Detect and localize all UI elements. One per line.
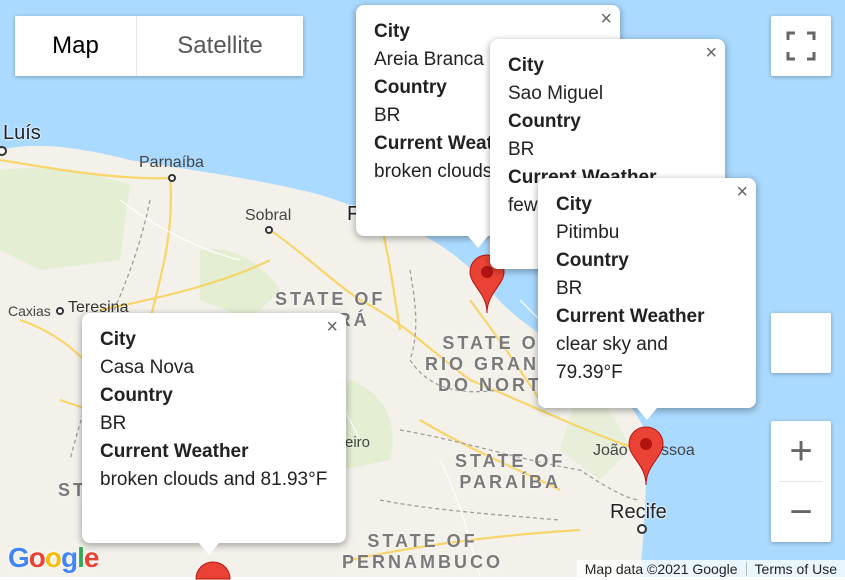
place-label-state-pernambuco: STATE OF PERNAMBUCO: [342, 531, 504, 572]
city-dot: [168, 174, 176, 182]
place-label-parnaiba: Parnaíba: [139, 154, 204, 171]
map-type-map-button[interactable]: Map: [15, 16, 137, 76]
logo-letter: l: [77, 542, 85, 573]
map-marker-pitimbu[interactable]: [628, 425, 664, 487]
fullscreen-icon: [786, 31, 816, 61]
weather-value: broken clouds and 81.93°F: [100, 469, 328, 490]
city-label: City: [556, 194, 592, 215]
map-type-control: Map Satellite: [15, 16, 303, 76]
city-value: Pitimbu: [556, 222, 620, 243]
city-label: City: [100, 329, 136, 350]
weather-label: Current Weather: [556, 306, 705, 327]
place-label-luis: Luís: [3, 122, 41, 144]
close-icon[interactable]: ×: [600, 9, 612, 29]
place-label-partial: eiro: [345, 434, 371, 451]
map-type-satellite-button[interactable]: Satellite: [137, 16, 303, 76]
zoom-out-button[interactable]: −: [771, 482, 831, 542]
place-label-sobral: Sobral: [245, 207, 292, 224]
country-value: BR: [556, 278, 583, 299]
country-label: Country: [100, 385, 173, 406]
map-marker-casa-nova[interactable]: [195, 560, 231, 580]
logo-letter: o: [44, 542, 62, 573]
street-view-button[interactable]: [771, 313, 831, 373]
city-label: City: [508, 55, 544, 76]
info-window-pitimbu: × City Pitimbu Country BR Current Weathe…: [538, 178, 756, 420]
google-logo[interactable]: Google: [8, 542, 100, 574]
zoom-in-button[interactable]: +: [771, 421, 831, 481]
land-green-1: [0, 168, 130, 270]
country-label: Country: [508, 111, 581, 132]
terms-of-use-link[interactable]: Terms of Use: [747, 561, 845, 577]
place-label-state-paraiba: STATE OF PARAÍBA: [455, 451, 566, 492]
weather-label: Current Weather: [100, 441, 249, 462]
fullscreen-button[interactable]: [771, 16, 831, 76]
country-value: BR: [100, 413, 127, 434]
logo-letter: o: [28, 542, 46, 573]
close-icon[interactable]: ×: [736, 182, 748, 202]
logo-letter: g: [61, 542, 78, 573]
city-dot: [265, 226, 273, 234]
logo-letter: e: [83, 542, 100, 573]
weather-value: clear sky and 79.39°F: [556, 334, 668, 383]
city-value: Sao Miguel: [508, 83, 604, 104]
country-value: BR: [508, 139, 535, 160]
zoom-control: + −: [771, 421, 831, 542]
place-label-caxias: Caxias: [8, 303, 51, 319]
map-data-attribution: Map data ©2021 Google: [584, 560, 738, 577]
info-window-casa-nova: × City Casa Nova Country BR Current Weat…: [82, 313, 346, 555]
close-icon[interactable]: ×: [705, 43, 717, 63]
place-label-joao-pessoa-1: João: [593, 442, 628, 459]
logo-letter: G: [8, 542, 30, 573]
country-label: Country: [556, 250, 629, 271]
info-window-tail: [637, 408, 657, 420]
info-window-tail: [468, 236, 488, 248]
place-label-recife: Recife: [610, 501, 667, 523]
info-window-tail: [199, 543, 219, 555]
city-dot: [56, 307, 64, 315]
place-label-joao-pessoa-2: ssoa: [661, 442, 695, 459]
map-footer: Map data ©2021 Google Terms of Use: [576, 560, 845, 577]
city-value: Casa Nova: [100, 357, 194, 378]
close-icon[interactable]: ×: [326, 317, 338, 337]
city-dot: [637, 524, 647, 534]
